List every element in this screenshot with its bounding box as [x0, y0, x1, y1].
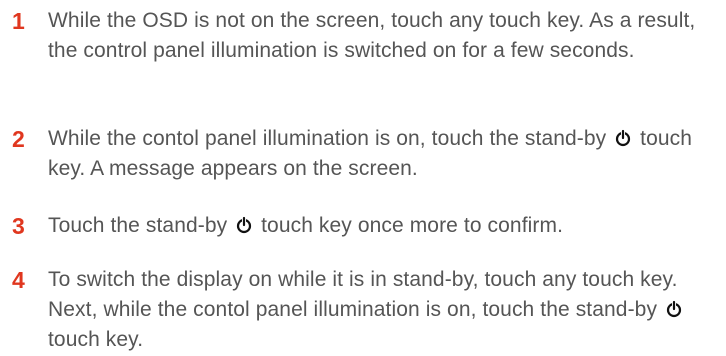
step-text-after-icon: touch key. — [48, 328, 144, 351]
step-number: 1 — [12, 8, 25, 34]
power-standby-icon — [665, 300, 683, 318]
step-text: To switch the display on while it is in … — [48, 265, 720, 355]
step-text: Touch the stand-by touch key once more t… — [48, 211, 720, 241]
step-text-after-icon: touch key once more to confirm. — [261, 214, 564, 237]
step-text-content: While the OSD is not on the screen, touc… — [48, 9, 696, 62]
power-standby-icon — [235, 216, 253, 234]
step-text-before-icon: Touch the stand-by — [48, 214, 228, 237]
step-number: 4 — [12, 267, 25, 293]
step-number: 3 — [12, 213, 25, 239]
power-standby-icon — [614, 129, 632, 147]
step-text-before-icon: To switch the display on while it is in … — [48, 268, 678, 321]
step-text-before-icon: While the contol panel illumination is o… — [48, 127, 607, 150]
step-text: While the contol panel illumination is o… — [48, 124, 720, 184]
step-text: While the OSD is not on the screen, touc… — [48, 6, 720, 66]
step-number: 2 — [12, 126, 25, 152]
